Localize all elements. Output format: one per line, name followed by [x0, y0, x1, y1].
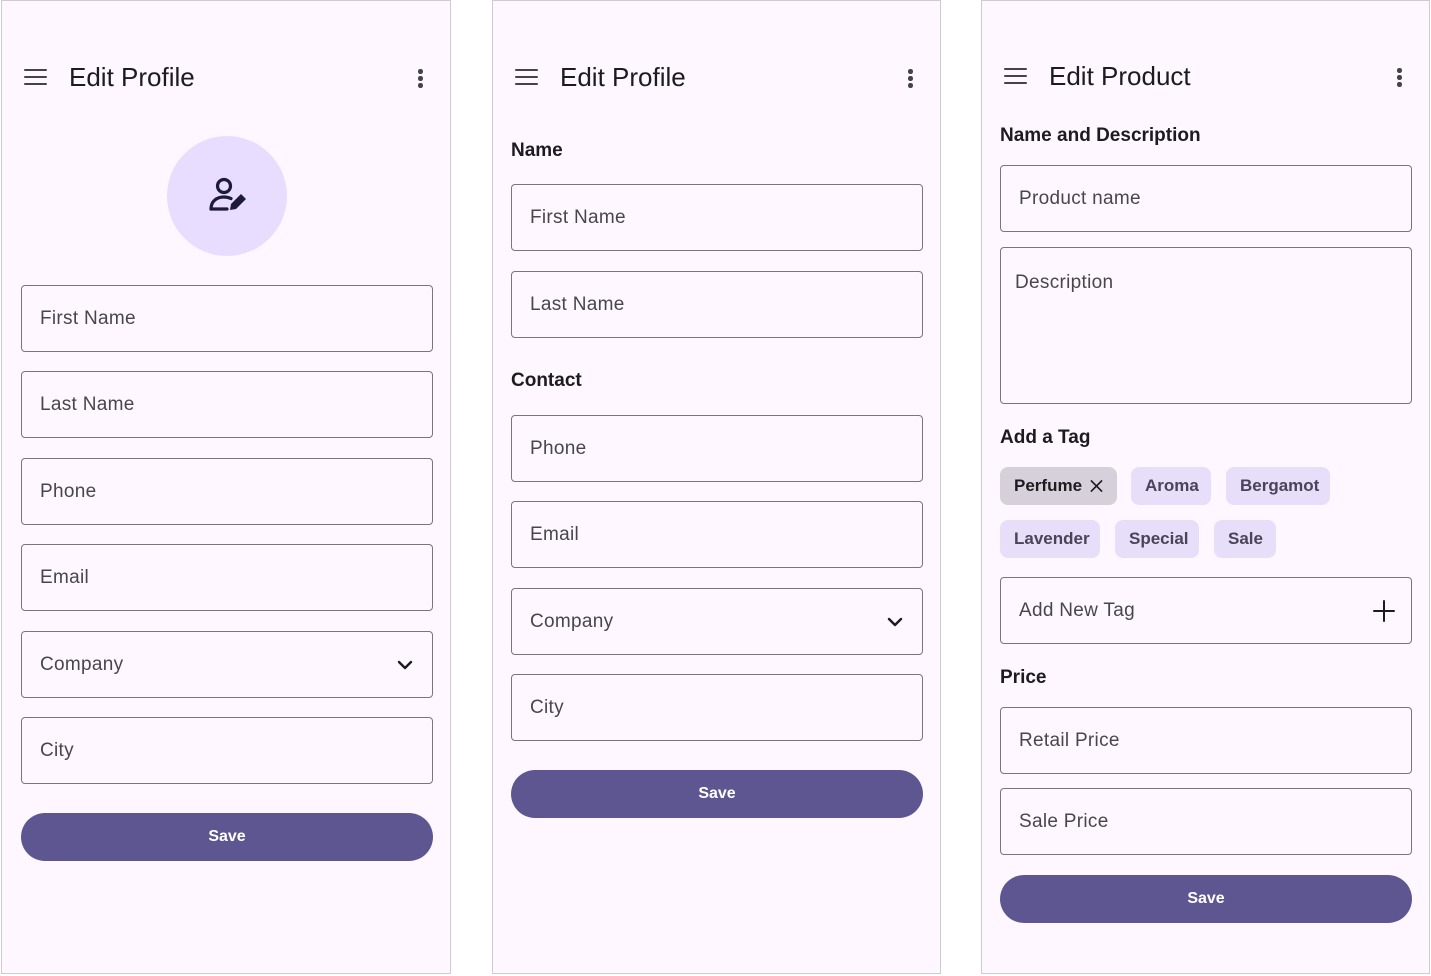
email-field[interactable]: Email [511, 501, 923, 568]
phone-field[interactable]: Phone [511, 415, 923, 482]
add-new-tag-label: Add New Tag [1019, 599, 1135, 621]
product-name-field[interactable]: Product name [1000, 165, 1412, 232]
email-label: Email [530, 523, 580, 545]
tag-label: Bergamot [1240, 476, 1320, 495]
company-dropdown[interactable]: Company [511, 588, 923, 655]
last-name-label: Last Name [40, 393, 135, 415]
city-field[interactable]: City [511, 674, 923, 741]
tag-chip-perfume[interactable]: Perfume [1000, 467, 1117, 505]
phone-label: Phone [530, 437, 587, 459]
company-dropdown[interactable]: Company [21, 631, 433, 698]
plus-icon[interactable] [1373, 599, 1395, 622]
last-name-field[interactable]: Last Name [21, 371, 433, 438]
company-label: Company [530, 610, 614, 632]
name-section-heading: Name [511, 140, 563, 161]
edit-profile-screen-sections: Edit Profile Name First Name Last Name C… [492, 0, 941, 974]
add-new-tag-field[interactable]: Add New Tag [1000, 577, 1412, 644]
email-field[interactable]: Email [21, 544, 433, 611]
tag-chip-bergamot[interactable]: Bergamot [1226, 467, 1330, 505]
price-heading: Price [1000, 667, 1047, 688]
more-vert-icon[interactable] [906, 67, 914, 89]
name-description-heading: Name and Description [1000, 125, 1201, 146]
tag-chip-special[interactable]: Special [1115, 520, 1199, 558]
page-title: Edit Profile [69, 62, 195, 92]
city-field[interactable]: City [21, 717, 433, 784]
tag-label: Special [1129, 529, 1189, 548]
tag-label: Lavender [1014, 529, 1090, 548]
more-vert-icon[interactable] [416, 67, 424, 89]
first-name-field[interactable]: First Name [21, 285, 433, 352]
chevron-down-icon [397, 660, 413, 669]
page-title: Edit Profile [560, 62, 686, 92]
more-vert-icon[interactable] [1395, 66, 1403, 88]
avatar-edit-button[interactable] [167, 136, 287, 256]
save-button[interactable]: Save [1000, 875, 1412, 923]
edit-profile-screen-avatar: Edit Profile First Name Last Name Phone … [1, 0, 451, 974]
chevron-down-icon [887, 617, 903, 626]
menu-icon[interactable] [515, 65, 539, 89]
page-title: Edit Product [1049, 61, 1191, 91]
tag-label: Sale [1228, 529, 1263, 548]
menu-icon[interactable] [24, 65, 48, 89]
product-name-label: Product name [1019, 187, 1141, 209]
tag-label: Aroma [1145, 476, 1199, 495]
city-label: City [40, 739, 74, 761]
first-name-label: First Name [40, 307, 136, 329]
tag-chip-lavender[interactable]: Lavender [1000, 520, 1100, 558]
tag-chip-sale[interactable]: Sale [1214, 520, 1276, 558]
phone-field[interactable]: Phone [21, 458, 433, 525]
menu-icon[interactable] [1004, 64, 1028, 88]
description-field[interactable]: Description [1000, 247, 1412, 404]
edit-person-icon [209, 177, 246, 211]
email-label: Email [40, 566, 90, 588]
top-app-bar: Edit Profile [493, 53, 940, 101]
close-icon[interactable] [1090, 479, 1103, 493]
tag-chip-aroma[interactable]: Aroma [1131, 467, 1211, 505]
phone-label: Phone [40, 480, 97, 502]
save-button[interactable]: Save [511, 770, 923, 818]
company-label: Company [40, 653, 124, 675]
first-name-field[interactable]: First Name [511, 184, 923, 251]
edit-product-screen: Edit Product Name and Description Produc… [981, 0, 1430, 974]
save-button[interactable]: Save [21, 813, 433, 861]
tags-heading: Add a Tag [1000, 427, 1091, 448]
retail-price-label: Retail Price [1019, 729, 1120, 751]
sale-price-label: Sale Price [1019, 810, 1109, 832]
last-name-field[interactable]: Last Name [511, 271, 923, 338]
first-name-label: First Name [530, 206, 626, 228]
tag-label: Perfume [1014, 476, 1083, 495]
top-app-bar: Edit Product [982, 52, 1429, 100]
retail-price-field[interactable]: Retail Price [1000, 707, 1412, 774]
city-label: City [530, 696, 564, 718]
description-label: Description [1015, 272, 1114, 293]
contact-section-heading: Contact [511, 370, 582, 391]
last-name-label: Last Name [530, 293, 625, 315]
sale-price-field[interactable]: Sale Price [1000, 788, 1412, 855]
top-app-bar: Edit Profile [2, 53, 450, 101]
